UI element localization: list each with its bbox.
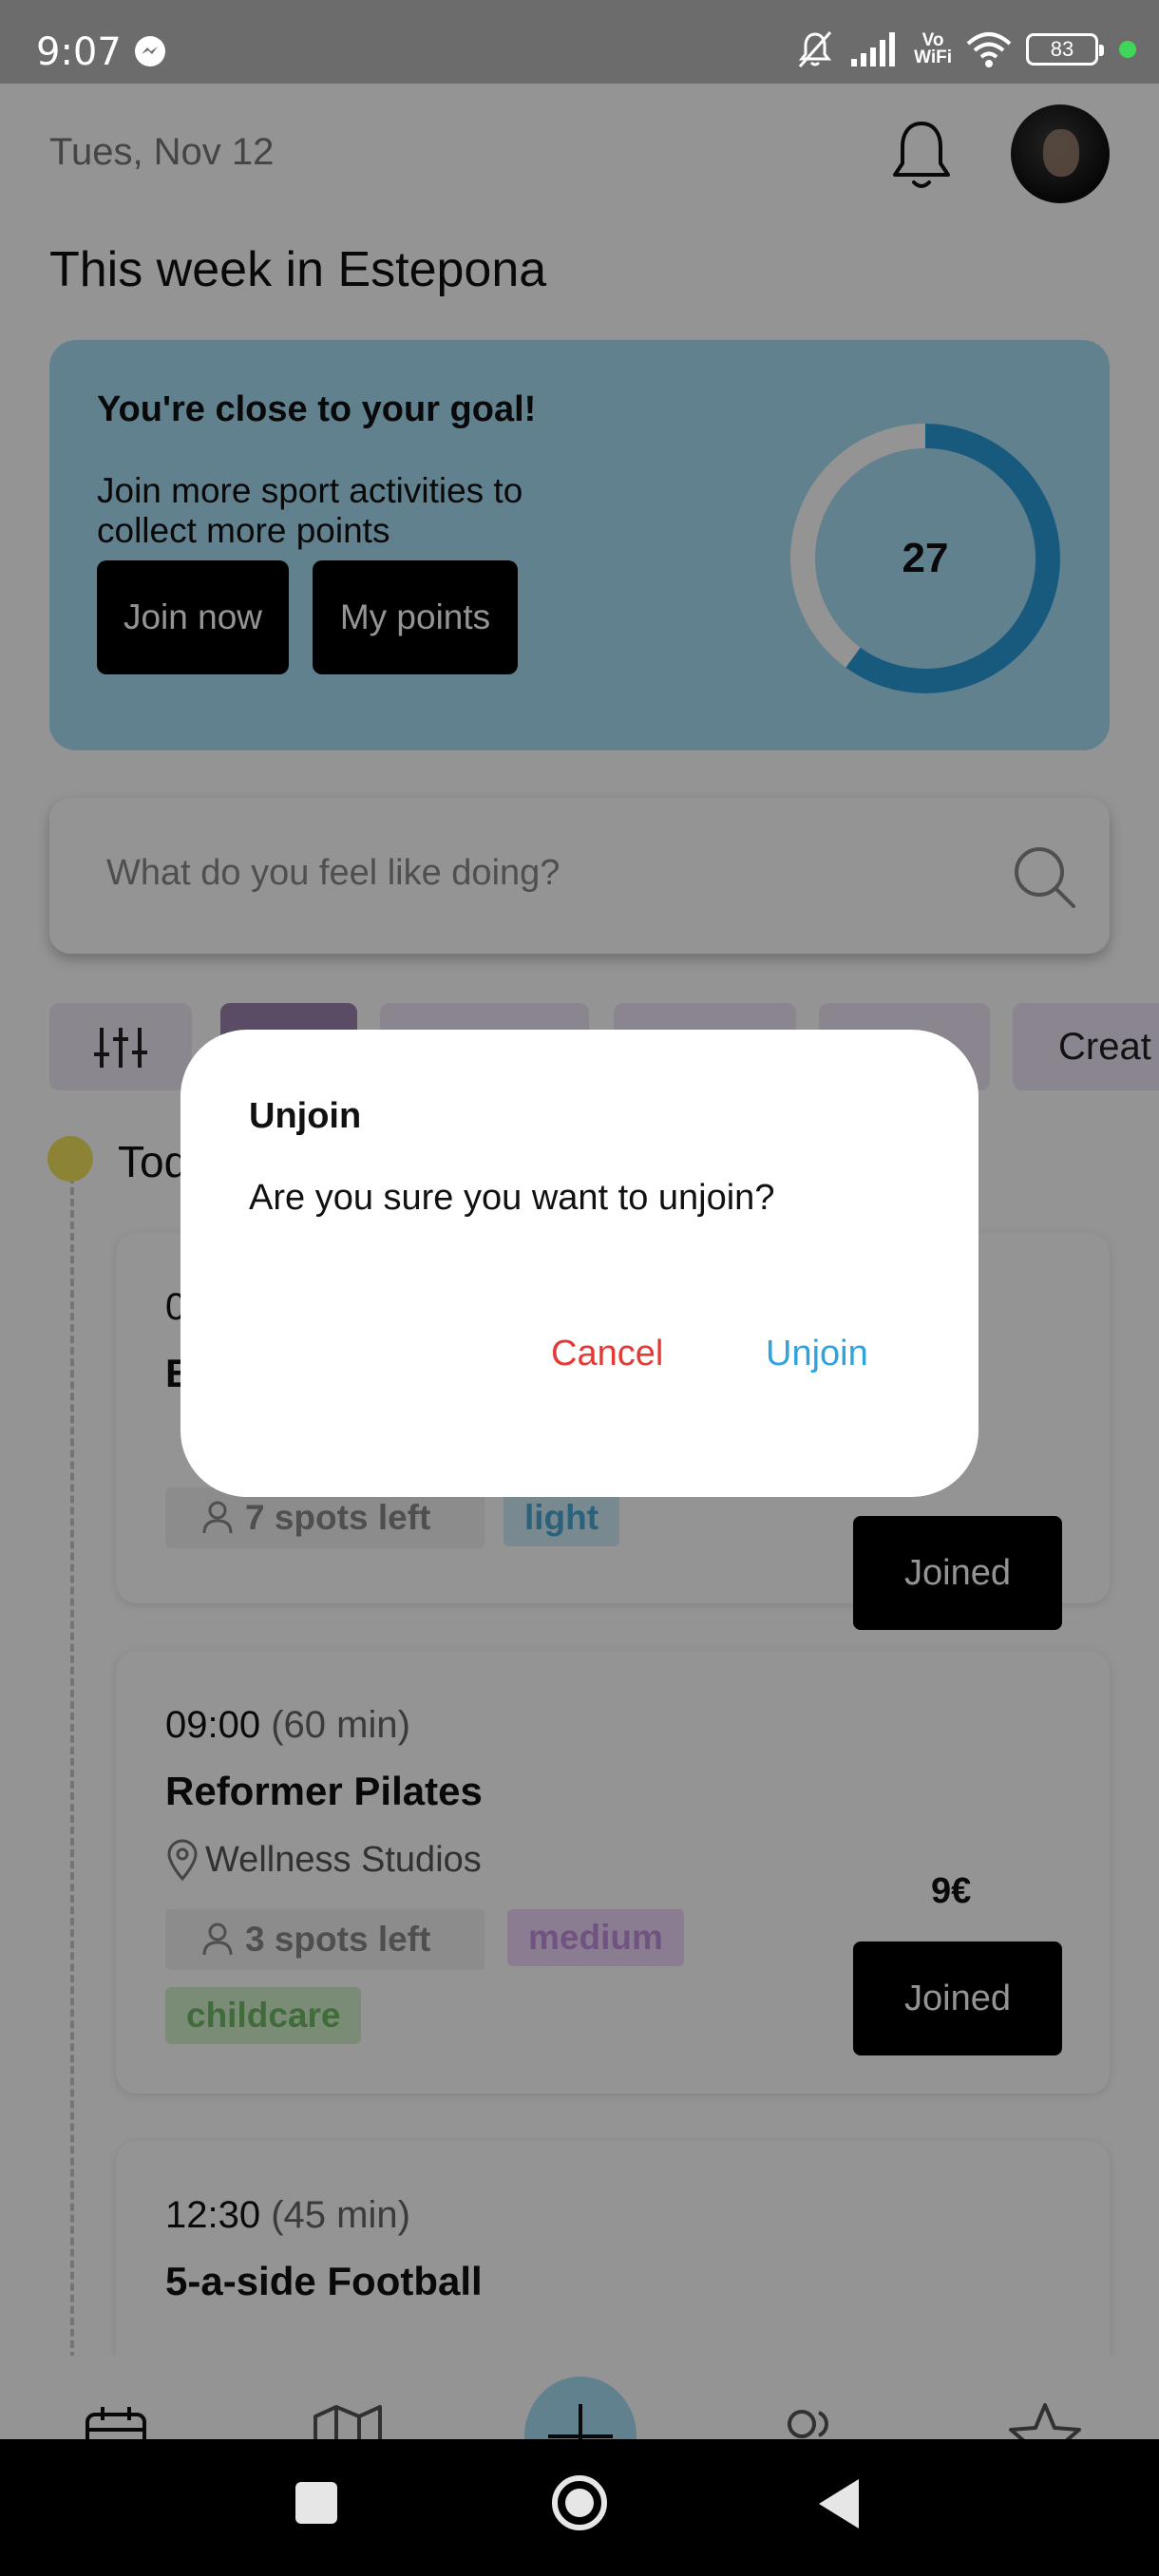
battery-level: 83 bbox=[1050, 37, 1074, 61]
back-button[interactable] bbox=[819, 2479, 859, 2529]
mute-icon bbox=[798, 31, 832, 67]
system-nav-bar bbox=[0, 2439, 1159, 2576]
home-button[interactable] bbox=[552, 2475, 607, 2530]
battery-icon: 83 bbox=[1026, 33, 1104, 66]
messenger-icon bbox=[135, 36, 165, 66]
cancel-button[interactable]: Cancel bbox=[551, 1334, 663, 1374]
recent-apps-button[interactable] bbox=[295, 2482, 337, 2524]
status-icons: Vo WiFi 83 bbox=[794, 28, 1136, 70]
dialog-title: Unjoin bbox=[249, 1096, 362, 1136]
dialog-message: Are you sure you want to unjoin? bbox=[249, 1178, 775, 1218]
vowifi-indicator: Vo WiFi bbox=[914, 30, 952, 67]
wifi-icon bbox=[966, 32, 1012, 67]
privacy-indicator-dot bbox=[1119, 41, 1136, 58]
signal-icon bbox=[851, 32, 896, 66]
status-bar: 9:07 Vo WiFi 83 bbox=[0, 0, 1159, 84]
unjoin-confirm-button[interactable]: Unjoin bbox=[766, 1334, 868, 1374]
unjoin-dialog: Unjoin Are you sure you want to unjoin? … bbox=[180, 1030, 978, 1497]
status-time: 9:07 bbox=[36, 30, 122, 74]
